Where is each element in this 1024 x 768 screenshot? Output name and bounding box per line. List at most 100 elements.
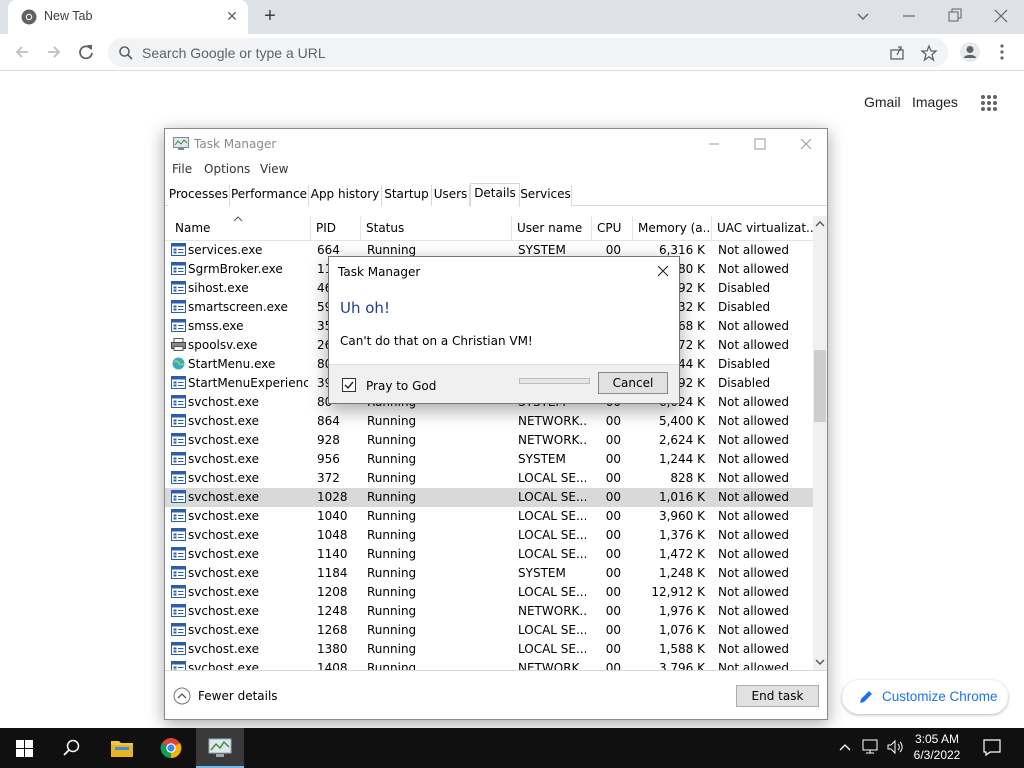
scrollbar-thumb[interactable] [814, 350, 826, 422]
taskbar-clock[interactable]: 3:05 AM 6/3/2022 [906, 731, 968, 763]
tab-close-icon[interactable]: ✕ [224, 8, 240, 24]
details-scrollbar[interactable] [813, 216, 827, 670]
gmail-link[interactable]: Gmail [864, 94, 901, 110]
minimize-icon[interactable] [898, 5, 920, 27]
process-status: Running [367, 604, 417, 618]
tab-users[interactable]: Users [432, 185, 470, 206]
customize-chrome-button[interactable]: Customize Chrome [842, 680, 1008, 714]
col-uac-virtualization[interactable]: UAC virtualizat... [712, 216, 813, 241]
start-button[interactable] [0, 728, 48, 768]
exe-icon [171, 262, 186, 275]
back-arrow-icon[interactable] [12, 42, 32, 62]
process-cpu: 00 [605, 547, 621, 561]
apps-grid-icon[interactable] [980, 94, 998, 112]
process-uac: Disabled [718, 357, 771, 371]
process-row[interactable]: svchost.exe 1040 Running LOCAL SE... 00 3,960… [165, 507, 813, 526]
tab-startup[interactable]: Startup [382, 185, 432, 206]
process-cpu: 00 [605, 490, 621, 504]
notifications-icon[interactable] [983, 739, 1001, 757]
process-pid: 1208 [317, 585, 348, 599]
process-row[interactable]: svchost.exe 864 Running NETWORK... 00 5,400 K… [165, 412, 813, 431]
process-pid: 1184 [317, 566, 348, 580]
process-cpu: 00 [605, 604, 621, 618]
end-task-button[interactable]: End task [736, 685, 819, 707]
col-pid[interactable]: PID [311, 216, 361, 241]
process-name: svchost.exe [188, 395, 259, 409]
chrome-taskbar-button[interactable] [147, 728, 195, 768]
process-uac: Disabled [718, 300, 771, 314]
process-pid: 956 [317, 452, 340, 466]
tm-maximize-icon[interactable] [753, 137, 767, 151]
tm-minimize-icon[interactable] [707, 137, 721, 151]
process-row[interactable]: svchost.exe 1140 Running LOCAL SE... 00 1,472… [165, 545, 813, 564]
tab-performance[interactable]: Performance [230, 185, 309, 206]
process-row[interactable]: svchost.exe 1184 Running SYSTEM 00 1,248 K Not… [165, 564, 813, 583]
reload-icon[interactable] [76, 42, 96, 62]
process-row[interactable]: svchost.exe 928 Running NETWORK... 00 2,624 K… [165, 431, 813, 450]
scroll-up-icon[interactable] [815, 220, 825, 228]
tab-details[interactable]: Details [470, 183, 520, 207]
col-name[interactable]: Name [170, 216, 311, 241]
scroll-down-icon[interactable] [815, 658, 825, 666]
exe-icon [171, 528, 186, 541]
process-row[interactable]: svchost.exe 956 Running SYSTEM 00 1,244 K Not … [165, 450, 813, 469]
menu-kebab-icon[interactable] [992, 42, 1012, 62]
process-row[interactable]: svchost.exe 1048 Running LOCAL SE... 00 1,376… [165, 526, 813, 545]
menu-options[interactable]: Options [204, 162, 250, 176]
profile-avatar-icon[interactable] [959, 41, 981, 63]
network-icon[interactable] [862, 739, 880, 755]
process-user: SYSTEM [518, 566, 566, 580]
share-icon[interactable] [888, 44, 906, 62]
process-uac: Not allowed [718, 319, 790, 333]
omnibox[interactable]: Search Google or type a URL [108, 38, 948, 67]
pray-checkbox[interactable] [342, 378, 356, 392]
col-cpu[interactable]: CPU [592, 216, 633, 241]
exe-icon [171, 414, 186, 427]
menu-file[interactable]: File [172, 162, 192, 176]
exe-icon [171, 642, 186, 655]
col-status[interactable]: Status [361, 216, 512, 241]
col-memory[interactable]: Memory (a... [633, 216, 712, 241]
pray-checkbox-label[interactable]: Pray to God [366, 379, 436, 393]
process-uac: Not allowed [718, 642, 790, 656]
tab-app-history[interactable]: App history [309, 185, 382, 206]
bookmark-star-icon[interactable] [920, 44, 938, 62]
process-row[interactable]: svchost.exe 1380 Running LOCAL SE... 00 1,588… [165, 640, 813, 659]
task-manager-taskbar-button[interactable] [196, 728, 244, 768]
process-row[interactable]: svchost.exe 1268 Running LOCAL SE... 00 1,076… [165, 621, 813, 640]
process-user: LOCAL SE... [518, 509, 586, 523]
process-row[interactable]: svchost.exe 1408 Running NETWORK... 00 3,796 … [165, 659, 813, 670]
process-row[interactable]: svchost.exe 1028 Running LOCAL SE... 00 1,016… [165, 488, 813, 507]
exe-icon [171, 281, 186, 294]
file-explorer-button[interactable] [97, 728, 145, 768]
tab-search-chevron-icon[interactable] [852, 5, 874, 27]
process-memory: 1,076 K [658, 623, 705, 637]
new-tab-button[interactable]: + [260, 6, 280, 26]
restore-icon[interactable] [944, 5, 966, 27]
process-cpu: 00 [605, 566, 621, 580]
tm-titlebar[interactable]: Task Manager [165, 129, 827, 159]
process-row[interactable]: svchost.exe 372 Running LOCAL SE... 00 828 K N… [165, 469, 813, 488]
tab-services[interactable]: Services [520, 185, 572, 206]
tm-close-icon[interactable] [799, 137, 813, 151]
dialog-close-icon[interactable] [657, 265, 669, 277]
process-row[interactable]: svchost.exe 1208 Running LOCAL SE... 00 12,91… [165, 583, 813, 602]
process-memory: 6,316 K [658, 243, 705, 257]
process-memory: 3,960 K [658, 509, 705, 523]
tm-tab-strip: Processes Performance App history Startu… [165, 183, 827, 207]
taskbar-search-button[interactable] [48, 728, 96, 768]
col-user-name[interactable]: User name [512, 216, 592, 241]
close-window-icon[interactable] [990, 5, 1012, 27]
chrome-toolbar: Search Google or type a URL [0, 34, 1024, 71]
images-link[interactable]: Images [912, 94, 958, 110]
tab-processes[interactable]: Processes [168, 185, 230, 206]
process-memory: 1,472 K [658, 547, 705, 561]
volume-icon[interactable] [886, 739, 904, 755]
tray-chevron-up-icon[interactable] [838, 741, 852, 753]
cancel-button[interactable]: Cancel [598, 372, 668, 394]
process-row[interactable]: svchost.exe 1248 Running NETWORK... 00 1,976 … [165, 602, 813, 621]
tab-new-tab[interactable]: New Tab ✕ [8, 0, 248, 34]
task-manager-window: Task Manager File Options View Processes… [164, 128, 828, 720]
forward-arrow-icon[interactable] [44, 42, 64, 62]
menu-view[interactable]: View [260, 162, 288, 176]
